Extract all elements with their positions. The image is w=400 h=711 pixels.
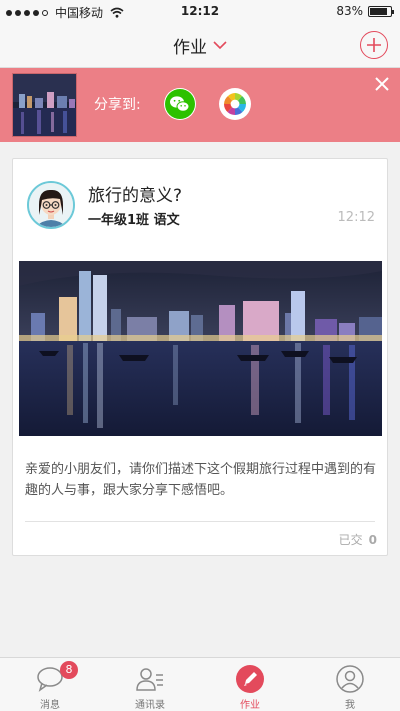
tab-label: 我 xyxy=(345,700,355,711)
plus-icon xyxy=(367,38,381,52)
tab-homework[interactable]: 作业 xyxy=(200,658,300,711)
tab-contacts[interactable]: 通讯录 xyxy=(100,658,200,711)
share-wechat-button[interactable] xyxy=(164,88,196,120)
tab-label: 作业 xyxy=(240,700,260,711)
submitted-label: 已交 xyxy=(338,533,363,547)
homework-photo[interactable] xyxy=(19,261,382,436)
status-bar: 中国移动 12:12 83% xyxy=(0,0,400,22)
page-title: 作业 xyxy=(173,37,207,58)
battery-percent: 83% xyxy=(336,4,363,18)
share-moments-button[interactable] xyxy=(219,88,251,120)
tab-label: 通讯录 xyxy=(135,700,165,711)
homework-card[interactable]: 旅行的意义? 一年级1班 语文 12:12 亲爱的小朋友们，请你们描述下这个假期… xyxy=(12,158,388,556)
nav-title-dropdown[interactable]: 作业 xyxy=(0,22,400,68)
tab-label: 消息 xyxy=(40,700,60,711)
submitted-number: 0 xyxy=(368,533,377,547)
message-badge: 8 xyxy=(60,661,78,679)
tab-bar: 8 消息 通讯录 作业 我 xyxy=(0,657,400,711)
moments-icon xyxy=(220,89,250,119)
homework-time: 12:12 xyxy=(337,210,375,225)
tab-me[interactable]: 我 xyxy=(300,658,400,711)
tab-messages[interactable]: 8 消息 xyxy=(0,658,100,711)
add-homework-button[interactable] xyxy=(360,31,388,59)
wechat-icon xyxy=(165,89,195,119)
submitted-count[interactable]: 已交 0 xyxy=(339,531,377,548)
homework-class-subject: 一年级1班 语文 xyxy=(88,213,180,228)
battery-status: 83% xyxy=(336,4,394,18)
close-icon[interactable] xyxy=(374,76,390,92)
homework-title: 旅行的意义? xyxy=(88,186,183,206)
person-icon xyxy=(336,665,364,693)
divider xyxy=(25,521,375,522)
chevron-down-icon xyxy=(213,41,227,50)
share-thumbnail xyxy=(12,73,77,137)
contacts-icon xyxy=(136,668,163,691)
share-banner: 分享到: xyxy=(0,68,400,142)
nav-bar: 作业 xyxy=(0,22,400,68)
pencil-icon xyxy=(236,665,264,693)
homework-description: 亲爱的小朋友们，请你们描述下这个假期旅行过程中遇到的有趣的人与事，跟大家分享下感… xyxy=(25,462,377,498)
share-label: 分享到: xyxy=(94,97,141,113)
battery-icon xyxy=(368,5,394,17)
avatar xyxy=(27,181,75,229)
